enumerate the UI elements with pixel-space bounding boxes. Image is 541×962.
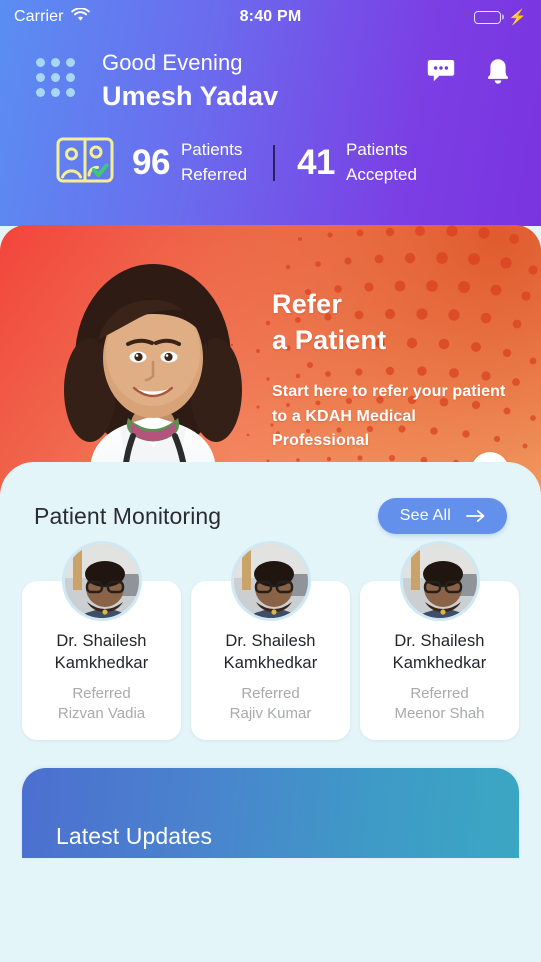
doctor-card[interactable]: Dr. Shailesh Kamkhedkar Referred Rizvan … — [22, 541, 181, 741]
wifi-icon — [70, 6, 90, 27]
grid-menu-icon[interactable] — [36, 58, 75, 97]
patient-monitoring-panel: Patient Monitoring See All Dr. Shailesh … — [0, 462, 541, 859]
patient-monitoring-header: Patient Monitoring See All — [0, 498, 541, 534]
referred-label: Referred — [72, 684, 131, 702]
stat-patients-referred: 96 Patients Referred — [132, 138, 247, 187]
referred-label: Referred — [241, 684, 300, 702]
referred-patient-name: Meenor Shah — [394, 704, 485, 722]
accepted-count: 41 — [297, 142, 336, 182]
doctor-avatar — [230, 541, 311, 621]
referred-patient-name: Rizvan Vadia — [57, 704, 146, 722]
doctor-cards-list: Dr. Shailesh Kamkhedkar Referred Rizvan … — [0, 534, 541, 741]
banner-title: Refer a Patient — [272, 287, 517, 358]
doctor-avatar — [61, 541, 142, 621]
referred-label-line2: Referred — [180, 164, 248, 184]
carrier-label: Carrier — [14, 8, 64, 25]
doctor-name: Dr. Shailesh Kamkhedkar — [392, 632, 487, 672]
see-all-label: See All — [399, 507, 451, 524]
referred-label: Patients Referred — [181, 138, 247, 187]
referred-count: 96 — [132, 142, 170, 182]
banner-title-line2: a Patient — [272, 324, 387, 355]
status-bar-time: 8:40 PM — [239, 8, 302, 25]
latest-updates-title: Latest Updates — [56, 823, 213, 850]
greeting-label: Good Evening — [102, 50, 243, 75]
stat-patients-accepted: 41 Patients Accepted — [297, 138, 417, 187]
doctor-avatar — [399, 541, 480, 621]
banner-copy: Refer a Patient Start here to refer your… — [272, 287, 517, 453]
referred-patient-name: Rajiv Kumar — [229, 704, 312, 722]
patient-monitoring-title: Patient Monitoring — [34, 502, 222, 529]
header-actions — [426, 56, 513, 86]
banner-subtitle: Start here to refer your patient to a KD… — [272, 383, 506, 449]
stats-row: 96 Patients Referred 41 Patients Accepte… — [0, 115, 541, 188]
greeting-text-block: Good Evening Umesh Yadav — [102, 48, 426, 115]
doctor-name: Dr. Shailesh Kamkhedkar — [223, 632, 318, 672]
accepted-label: Patients Accepted — [346, 138, 417, 187]
user-name-label: Umesh Yadav — [102, 80, 279, 111]
doctor-name: Dr. Shailesh Kamkhedkar — [54, 632, 149, 672]
lightning-bolt-icon: ⚡ — [508, 8, 527, 26]
accepted-label-line1: Patients — [346, 140, 408, 160]
accepted-label-line2: Accepted — [346, 164, 417, 184]
battery-icon — [474, 10, 502, 24]
stats-divider — [273, 144, 276, 181]
status-bar-left: Carrier — [14, 6, 240, 27]
banner-title-line1: Refer — [272, 289, 343, 319]
status-bar-right: ⚡ — [301, 10, 527, 25]
chat-bubble-icon[interactable] — [426, 56, 456, 86]
app-header: Carrier 8:40 PM ⚡ Good Evening Umesh Yad… — [0, 0, 541, 226]
latest-updates-card[interactable]: Latest Updates — [22, 768, 519, 859]
greeting-row: Good Evening Umesh Yadav — [0, 34, 541, 115]
referred-label: Referred — [410, 684, 469, 702]
status-bar: Carrier 8:40 PM ⚡ — [0, 0, 541, 34]
bell-icon[interactable] — [483, 56, 513, 86]
referred-label-line1: Patients — [180, 140, 243, 160]
doctor-card[interactable]: Dr. Shailesh Kamkhedkar Referred Meenor … — [360, 541, 519, 741]
patients-referred-icon — [56, 137, 114, 188]
see-all-button[interactable]: See All — [377, 498, 507, 534]
arrow-right-icon — [466, 510, 485, 522]
doctor-card[interactable]: Dr. Shailesh Kamkhedkar Referred Rajiv K… — [191, 541, 350, 741]
